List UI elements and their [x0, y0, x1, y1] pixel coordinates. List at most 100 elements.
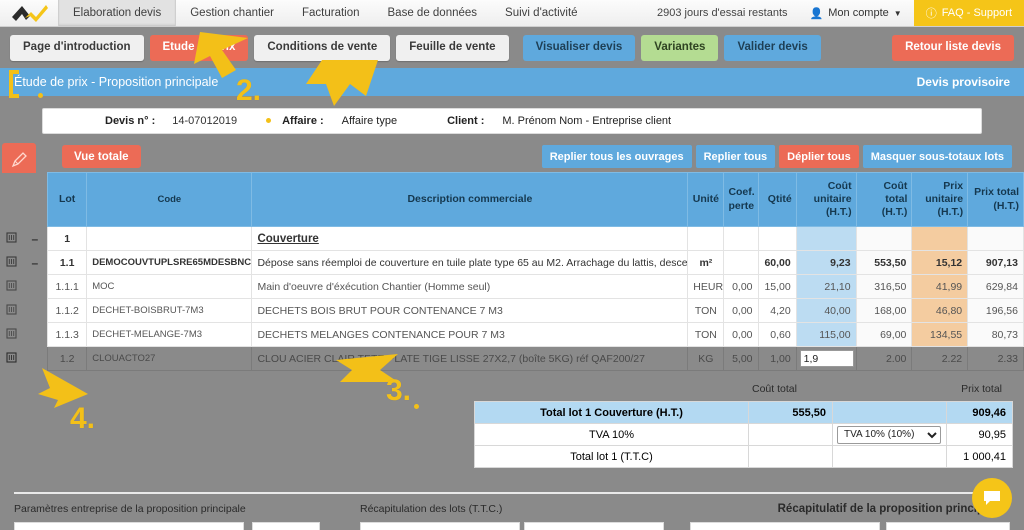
cell-qtite[interactable]: 1,00	[757, 346, 797, 371]
row-collapse-cell[interactable]: –	[22, 226, 48, 251]
totals-prix: 90,95	[946, 423, 1013, 446]
cell-qtite[interactable]: 0,60	[757, 322, 797, 347]
cell-cout-unitaire[interactable]: 115,00	[795, 322, 857, 347]
cell-cout-unitaire[interactable]: 40,00	[795, 298, 857, 323]
cell-qtite[interactable]: 60,00	[757, 250, 797, 275]
cell-prix-total: 629,84	[967, 274, 1024, 299]
totals-cout	[748, 423, 833, 446]
menu-item-suivi-activite[interactable]: Suivi d'activité	[491, 0, 592, 26]
trash-icon	[6, 280, 17, 291]
table-row[interactable]: 1.1.2 DECHET-BOISBRUT-7M3 DECHETS BOIS B…	[0, 298, 1024, 323]
cell-prix-unitaire[interactable]	[911, 226, 969, 251]
cell-qtite[interactable]: 15,00	[757, 274, 797, 299]
table-row[interactable]: – 1.1 DEMOCOUVTUPLSRE65MDESBNC Dépose sa…	[0, 250, 1024, 275]
menu-item-elaboration-devis[interactable]: Elaboration devis	[58, 0, 177, 26]
cell-qtite[interactable]: 4,20	[757, 298, 797, 323]
cell-prix-unitaire[interactable]: 46,80	[911, 298, 969, 323]
tva-select[interactable]: TVA 10% (10%) TVA 20% (20%) TVA 5,5% (5,…	[837, 425, 941, 444]
replier-tous-button[interactable]: Replier tous	[695, 145, 776, 168]
tab-visualiser-devis[interactable]: Visualiser devis	[522, 35, 636, 61]
faq-support-button[interactable]: ⓘ FAQ - Support	[913, 0, 1024, 26]
annotation-number-3: 3.	[386, 374, 412, 407]
header-unite[interactable]: Unité	[687, 172, 725, 227]
header-prix-unitaire[interactable]: Prix unitaire (H.T.)	[911, 172, 969, 227]
replier-tous-ouvrages-button[interactable]: Replier tous les ouvrages	[541, 145, 692, 168]
faq-label: FAQ - Support	[941, 7, 1012, 19]
account-menu[interactable]: 👤 Mon compte ▼	[798, 0, 914, 26]
menu-item-base-de-donnees[interactable]: Base de données	[374, 0, 492, 26]
totals-middle: TVA 10% (10%) TVA 20% (20%) TVA 5,5% (5,…	[832, 423, 947, 446]
row-delete-cell[interactable]	[0, 274, 23, 299]
cell-description: DECHETS BOIS BRUT POUR CONTENANCE 7 M3	[251, 298, 689, 323]
header-lot[interactable]: Lot	[46, 172, 88, 227]
cell-coef[interactable]: 0,00	[723, 322, 759, 347]
minus-icon: –	[31, 255, 39, 270]
header-gutter-2	[22, 172, 48, 227]
cell-description: Dépose sans réemploi de couverture en tu…	[251, 250, 689, 275]
main-menu: Elaboration devis Gestion chantier Factu…	[58, 0, 592, 26]
header-code[interactable]: Code	[86, 172, 253, 227]
cout-unitaire-input[interactable]	[799, 350, 854, 367]
price-study-table-wrapper: Lot Code Description commerciale Unité C…	[0, 172, 1024, 371]
header-coef-perte[interactable]: Coef. perte	[723, 172, 759, 227]
cell-prix-unitaire[interactable]: 15,12	[911, 250, 969, 275]
cell-coef[interactable]: 5,00	[723, 346, 759, 371]
bottom-field-6[interactable]	[886, 522, 1010, 530]
table-row[interactable]: 1.2 CLOUACTO27 CLOU ACIER CLAIR TETE PLA…	[0, 346, 1024, 371]
table-row[interactable]: 1.1.1 MOC Main d'oeuvre d'éxécution Chan…	[0, 274, 1024, 299]
header-description[interactable]: Description commerciale	[251, 172, 689, 227]
retour-liste-devis-button[interactable]: Retour liste devis	[892, 35, 1014, 61]
cell-qtite	[757, 226, 797, 251]
cell-prix-unitaire[interactable]: 2.22	[911, 346, 969, 371]
header-gutter-1	[0, 172, 23, 227]
cell-cout-unitaire[interactable]: 9,23	[795, 250, 857, 275]
bottom-field-4[interactable]	[524, 522, 664, 530]
chat-support-button[interactable]	[972, 478, 1012, 518]
cell-cout-unitaire[interactable]	[795, 226, 857, 251]
cell-cout-total: 553,50	[855, 250, 913, 275]
cell-description: DECHETS MELANGES CONTENANCE POUR 7 M3	[251, 322, 689, 347]
app-logo[interactable]	[0, 0, 58, 26]
header-cout-unitaire[interactable]: Coût unitaire (H.T.)	[795, 172, 857, 227]
cell-coef[interactable]: 0,00	[723, 274, 759, 299]
client-label: Client :	[447, 115, 485, 127]
tab-variantes[interactable]: Variantes	[641, 35, 719, 61]
row-collapse-cell[interactable]: –	[22, 250, 48, 275]
bottom-field-1[interactable]	[14, 522, 244, 530]
header-prix-total[interactable]: Prix total (H.T.)	[967, 172, 1024, 227]
header-cout-total[interactable]: Coût total (H.T.)	[855, 172, 913, 227]
row-delete-cell[interactable]	[0, 298, 23, 323]
tab-conditions-de-vente[interactable]: Conditions de vente	[254, 35, 391, 61]
status-badge: Devis provisoire	[916, 75, 1010, 89]
cell-cout-total: 168,00	[855, 298, 913, 323]
bottom-field-5[interactable]	[690, 522, 880, 530]
row-delete-cell[interactable]	[0, 322, 23, 347]
totals-header-prix: Prix total	[961, 383, 1002, 395]
vue-totale-button[interactable]: Vue totale	[62, 145, 141, 168]
cell-unite: TON	[687, 322, 725, 347]
annotation-dot-3	[414, 404, 419, 409]
tab-etude-de-prix[interactable]: Etude de prix	[149, 35, 249, 61]
cell-coef[interactable]: 0,00	[723, 298, 759, 323]
deplier-tous-button[interactable]: Déplier tous	[779, 145, 859, 168]
table-row[interactable]: – 1 Couverture	[0, 226, 1024, 251]
cell-prix-unitaire[interactable]: 134,55	[911, 322, 969, 347]
cell-cout-unitaire[interactable]: 21,10	[795, 274, 857, 299]
bottom-field-2[interactable]	[252, 522, 320, 530]
menu-item-facturation[interactable]: Facturation	[288, 0, 374, 26]
logo-icon	[12, 5, 48, 22]
row-delete-cell[interactable]	[0, 226, 23, 251]
tab-valider-devis[interactable]: Valider devis	[724, 35, 821, 61]
table-row[interactable]: 1.1.3 DECHET-MELANGE-7M3 DECHETS MELANGE…	[0, 322, 1024, 347]
cell-cout-unitaire-editing[interactable]	[795, 346, 857, 371]
tab-feuille-de-vente[interactable]: Feuille de vente	[396, 35, 509, 61]
tab-page-introduction[interactable]: Page d'introduction	[10, 35, 144, 61]
cell-description: CLOU ACIER CLAIR TETE PLATE TIGE LISSE 2…	[251, 346, 689, 371]
masquer-sous-totaux-lots-button[interactable]: Masquer sous-totaux lots	[862, 145, 1012, 168]
bottom-field-3[interactable]	[360, 522, 520, 530]
row-delete-cell[interactable]	[0, 346, 23, 371]
header-qtite[interactable]: Qtité	[757, 172, 797, 227]
cell-prix-unitaire[interactable]: 41,99	[911, 274, 969, 299]
menu-item-gestion-chantier[interactable]: Gestion chantier	[176, 0, 288, 26]
row-delete-cell[interactable]	[0, 250, 23, 275]
